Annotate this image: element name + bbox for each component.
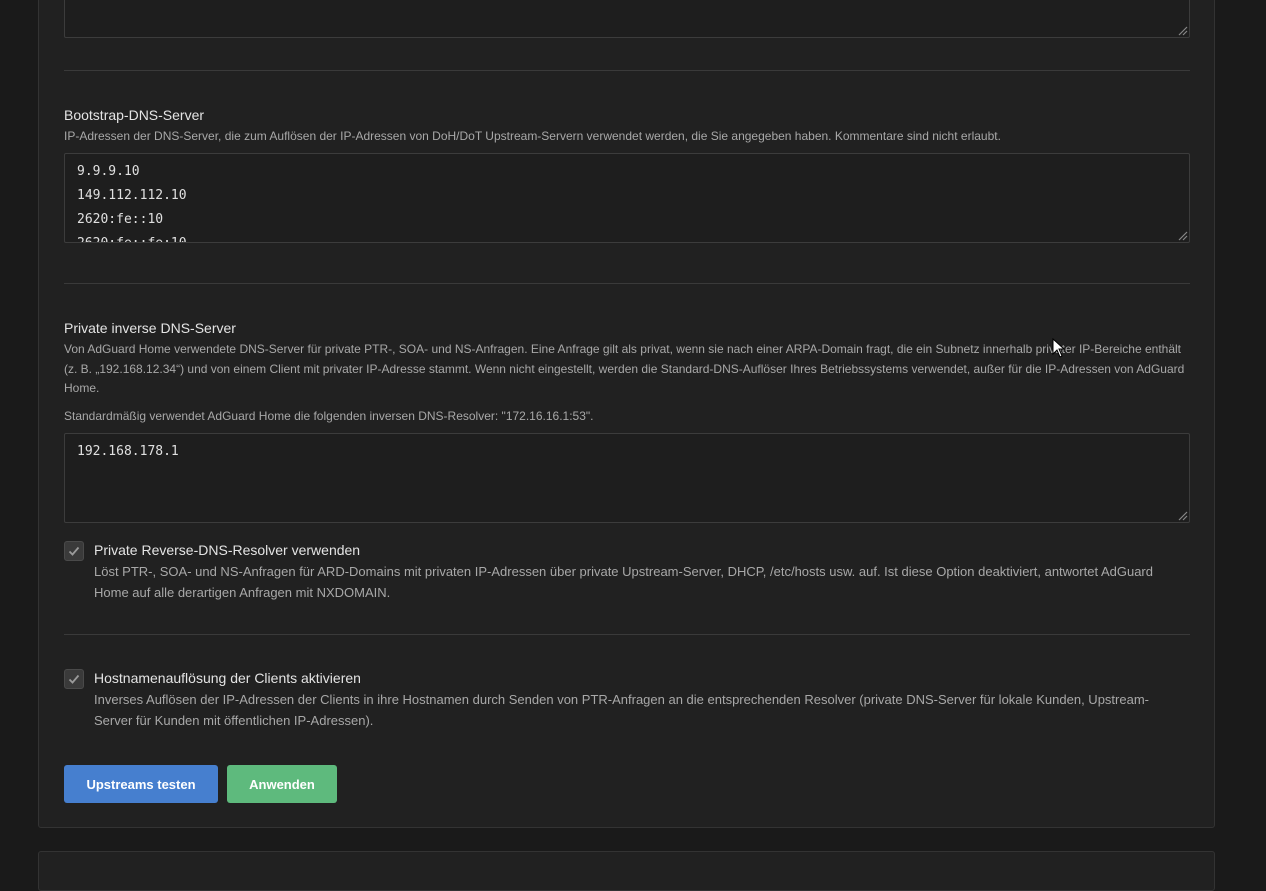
private-rdns-value: 192.168.178.1: [77, 444, 179, 459]
private-rdns-textarea[interactable]: 192.168.178.1: [64, 433, 1190, 523]
divider: [64, 283, 1190, 284]
mouse-cursor-icon: [1052, 338, 1066, 358]
bootstrap-dns-title: Bootstrap-DNS-Server: [64, 107, 205, 123]
test-upstreams-button[interactable]: Upstreams testen: [64, 765, 218, 803]
use-private-resolvers-description: Löst PTR-, SOA- und NS-Anfragen für ARD-…: [94, 564, 1153, 600]
upstream-dns-textarea[interactable]: [64, 0, 1190, 38]
resolve-clients-checkbox[interactable]: [64, 669, 84, 689]
bootstrap-line: 2620:fe::10: [77, 212, 164, 227]
apply-button[interactable]: Anwenden: [227, 765, 337, 803]
divider: [64, 70, 1190, 71]
resolve-clients-title[interactable]: Hostnamenauflösung der Clients aktiviere…: [94, 670, 361, 686]
use-private-resolvers-title[interactable]: Private Reverse-DNS-Resolver verwenden: [94, 542, 360, 558]
dns-settings-card: Bootstrap-DNS-Server IP-Adressen der DNS…: [38, 0, 1215, 828]
private-rdns-title: Private inverse DNS-Server: [64, 320, 236, 336]
private-rdns-default-note: Standardmäßig verwendet AdGuard Home die…: [64, 409, 594, 423]
next-card: [38, 851, 1215, 891]
use-private-resolvers-checkbox[interactable]: [64, 541, 84, 561]
bootstrap-dns-textarea[interactable]: 9.9.9.10 149.112.112.10 2620:fe::10 2620…: [64, 153, 1190, 243]
resize-grip-icon[interactable]: [1176, 229, 1188, 241]
resize-grip-icon[interactable]: [1176, 24, 1188, 36]
checkmark-icon: [68, 546, 80, 556]
bootstrap-line: 9.9.9.10: [77, 164, 140, 179]
checkmark-icon: [68, 674, 80, 684]
resize-grip-icon[interactable]: [1176, 509, 1188, 521]
divider: [64, 634, 1190, 635]
private-rdns-description: Von AdGuard Home verwendete DNS-Server f…: [64, 342, 1185, 395]
bootstrap-line: 149.112.112.10: [77, 188, 187, 203]
bootstrap-line: 2620:fe::fe:10: [77, 232, 1177, 242]
bootstrap-dns-description: IP-Adressen der DNS-Server, die zum Aufl…: [64, 129, 1001, 143]
resolve-clients-description: Inverses Auflösen der IP-Adressen der Cl…: [94, 692, 1149, 728]
